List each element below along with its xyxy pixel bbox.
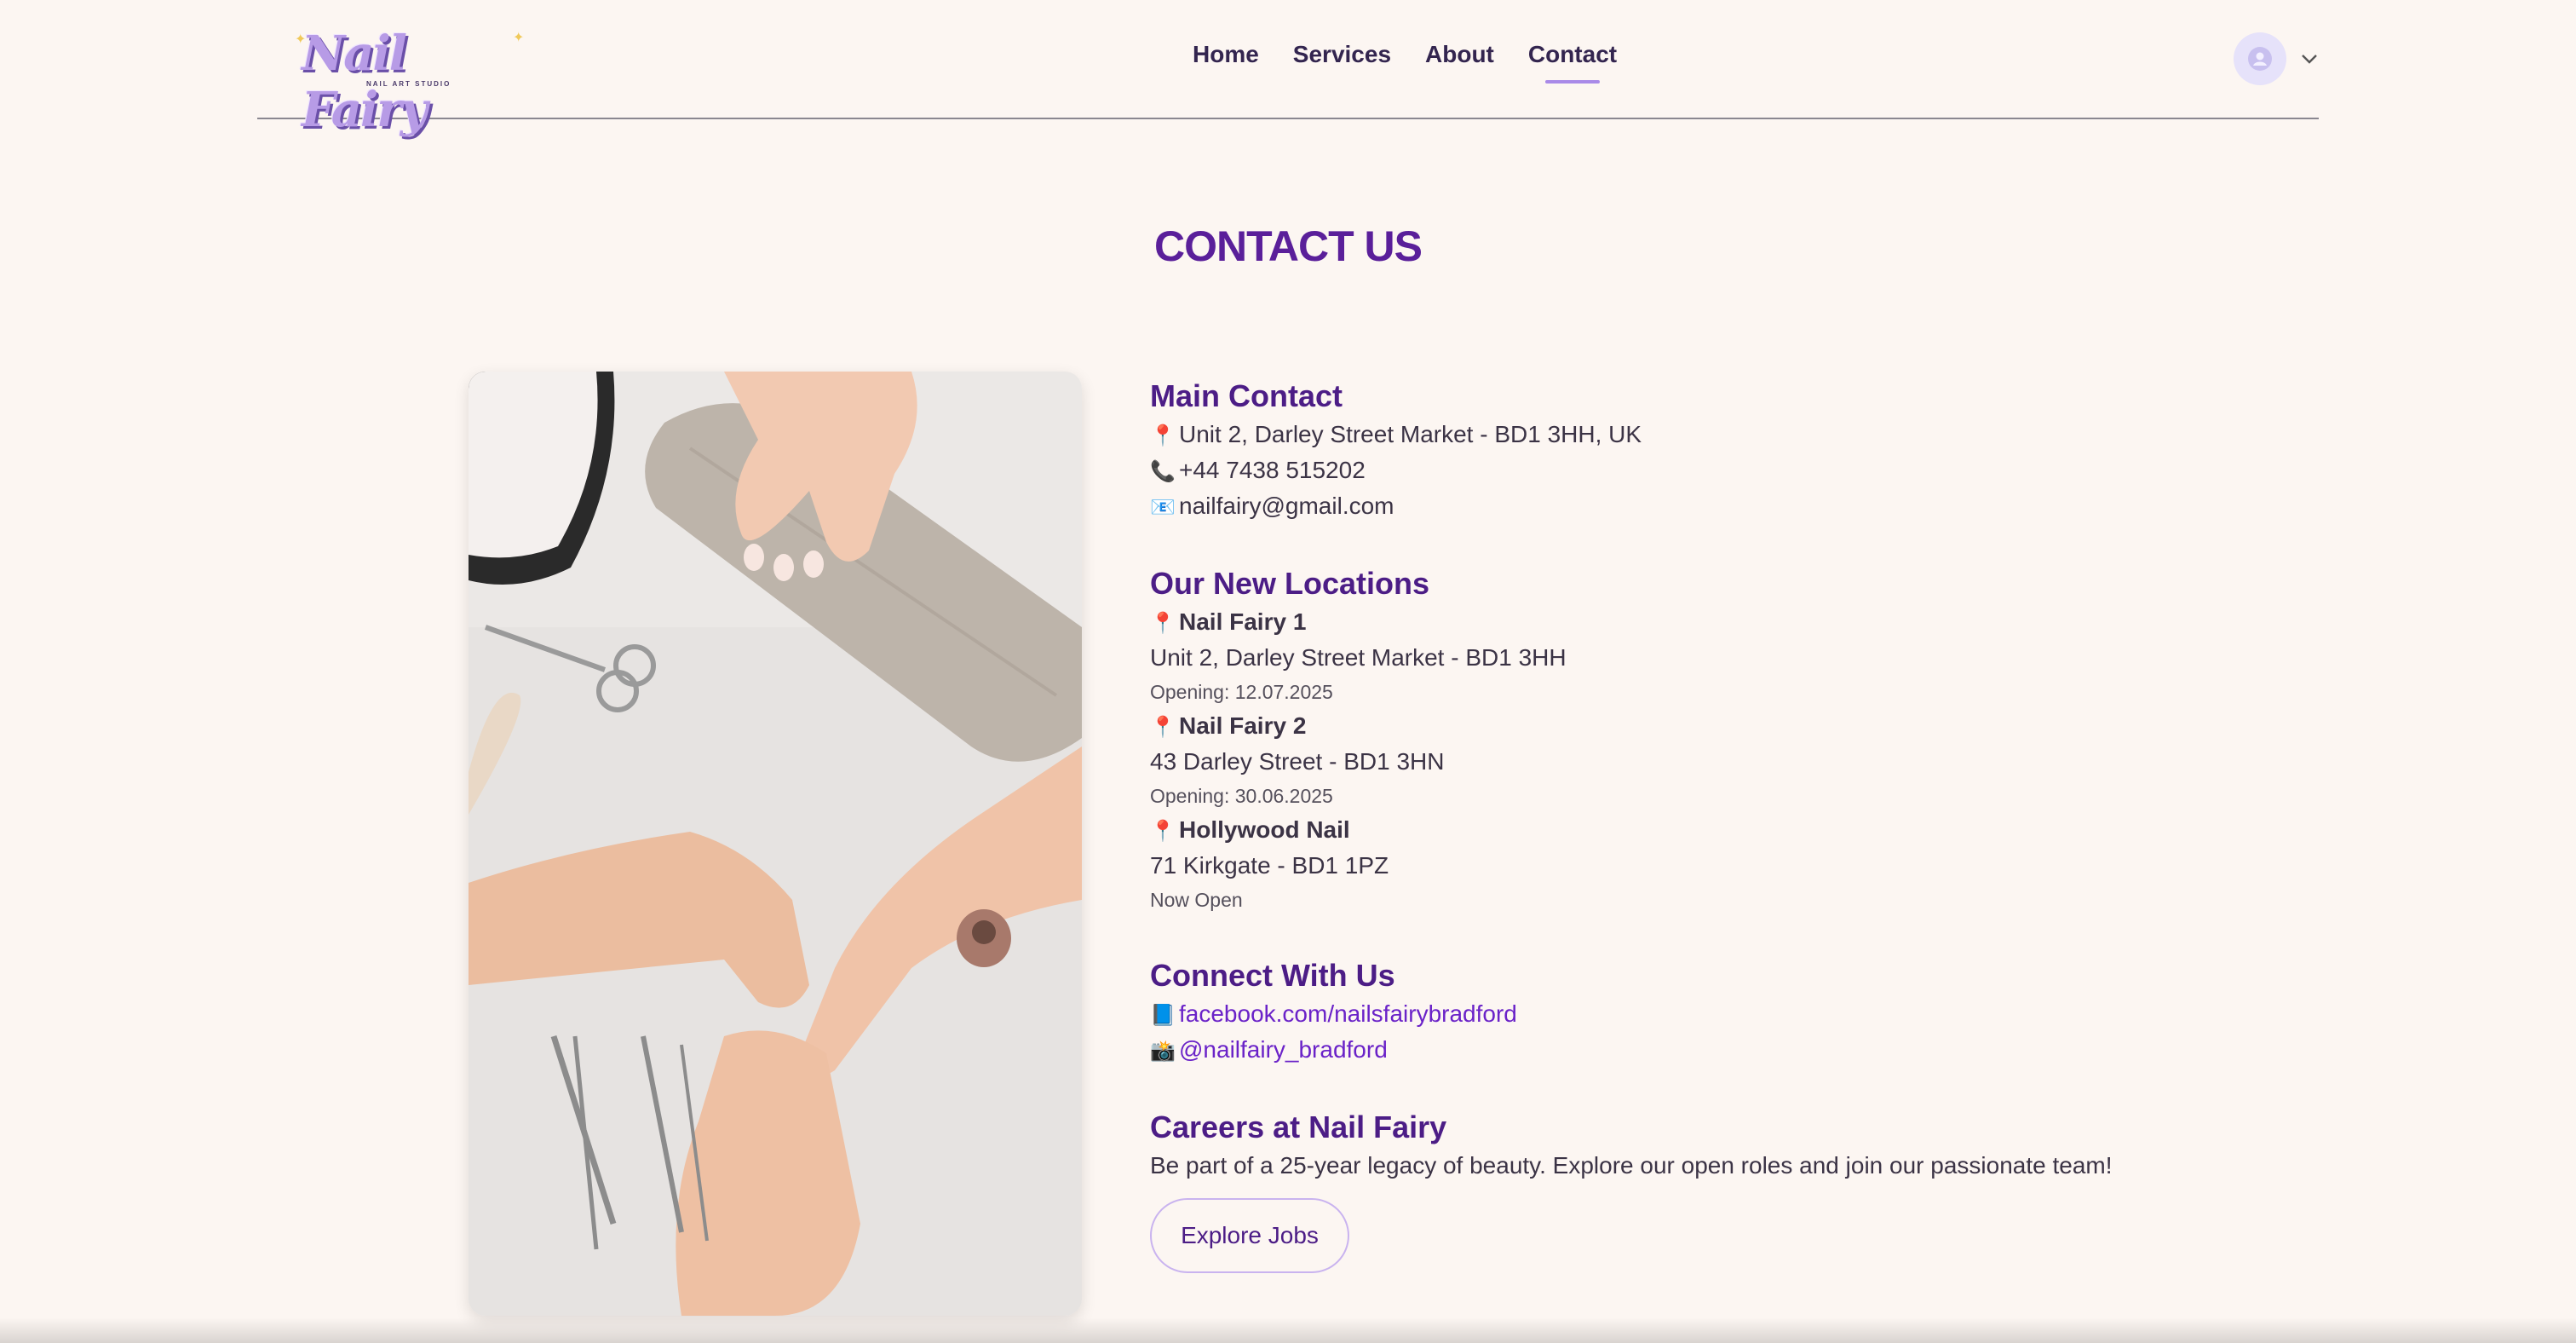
location-3-status: Now Open <box>1150 889 1243 911</box>
pin-icon: 📍 <box>1150 424 1176 447</box>
locations-section: Our New Locations 📍 Nail Fairy 1 Unit 2, … <box>1150 562 2257 917</box>
phone-text: +44 7438 515202 <box>1179 457 1366 483</box>
locations-heading: Our New Locations <box>1150 566 1430 601</box>
location-2-status: Opening: 30.06.2025 <box>1150 785 1333 807</box>
location-name: 📍 Hollywood Nail <box>1150 813 2257 849</box>
location-3-name: Hollywood Nail <box>1179 816 1350 843</box>
logo-tagline: NAIL ART STUDIO <box>366 80 451 88</box>
nav-home[interactable]: Home <box>1193 41 1259 68</box>
email-icon: 📧 <box>1150 496 1176 519</box>
location-name: 📍 Nail Fairy 2 <box>1150 709 2257 745</box>
email-line: 📧 nailfairy@gmail.com <box>1150 489 2257 525</box>
address-line: 📍 Unit 2, Darley Street Market - BD1 3HH,… <box>1150 418 2257 453</box>
nav-about[interactable]: About <box>1425 41 1494 68</box>
connect-heading: Connect With Us <box>1150 958 1395 993</box>
facebook-icon: 📘 <box>1150 1004 1176 1027</box>
pin-icon: 📍 <box>1150 612 1176 635</box>
facebook-link[interactable]: facebook.com/nailsfairybradford <box>1179 1000 1517 1027</box>
careers-section: Careers at Nail Fairy Be part of a 25-ye… <box>1150 1106 2257 1273</box>
location-2-name: Nail Fairy 2 <box>1179 712 1307 739</box>
instagram-icon: 📸 <box>1150 1040 1176 1063</box>
page-title: CONTACT US <box>1153 222 1423 270</box>
pin-icon: 📍 <box>1150 716 1176 739</box>
location-name: 📍 Nail Fairy 1 <box>1150 605 2257 641</box>
location-2-address: 43 Darley Street - BD1 3HN <box>1150 748 1445 775</box>
phone-line: 📞 +44 7438 515202 <box>1150 453 2257 489</box>
user-menu[interactable] <box>2234 32 2319 85</box>
manicure-photo <box>469 372 1082 1316</box>
main-contact-heading: Main Contact <box>1150 378 1343 413</box>
pin-icon: 📍 <box>1150 820 1176 843</box>
avatar[interactable] <box>2234 32 2286 85</box>
location-1-status: Opening: 12.07.2025 <box>1150 681 1333 703</box>
facebook-line: 📘 facebook.com/nailsfairybradford <box>1150 997 2257 1033</box>
location-1-address: Unit 2, Darley Street Market - BD1 3HH <box>1150 644 1567 671</box>
careers-heading: Careers at Nail Fairy <box>1150 1110 1447 1144</box>
address-text: Unit 2, Darley Street Market - BD1 3HH, … <box>1179 421 1642 447</box>
nail-fairy-logo[interactable]: ✦ ✦ Nail Fairy NAIL ART STUDIO <box>295 26 524 138</box>
location-1-name: Nail Fairy 1 <box>1179 608 1307 635</box>
main-nav: Home Services About Contact <box>1193 41 1651 84</box>
phone-icon: 📞 <box>1150 460 1176 483</box>
explore-jobs-button[interactable]: Explore Jobs <box>1150 1198 1349 1273</box>
contact-details: Main Contact 📍 Unit 2, Darley Street Mark… <box>1150 375 2257 1273</box>
bottom-shadow <box>0 1317 2576 1343</box>
instagram-line: 📸 @nailfairy_bradford <box>1150 1033 2257 1069</box>
site-header: ✦ ✦ Nail Fairy NAIL ART STUDIO Home Serv… <box>257 0 2319 138</box>
chevron-down-icon[interactable] <box>2300 49 2319 68</box>
instagram-link[interactable]: @nailfairy_bradford <box>1179 1036 1388 1063</box>
email-text: nailfairy@gmail.com <box>1179 493 1394 519</box>
user-icon <box>2248 47 2272 71</box>
careers-text: Be part of a 25-year legacy of beauty. E… <box>1150 1152 2113 1179</box>
nav-contact[interactable]: Contact <box>1528 41 1617 84</box>
nav-services[interactable]: Services <box>1293 41 1391 68</box>
manicure-illustration <box>469 372 1082 1316</box>
connect-section: Connect With Us 📘 facebook.com/nailsfairy… <box>1150 954 2257 1069</box>
main-contact-section: Main Contact 📍 Unit 2, Darley Street Mark… <box>1150 375 2257 525</box>
location-3-address: 71 Kirkgate - BD1 1PZ <box>1150 852 1389 879</box>
